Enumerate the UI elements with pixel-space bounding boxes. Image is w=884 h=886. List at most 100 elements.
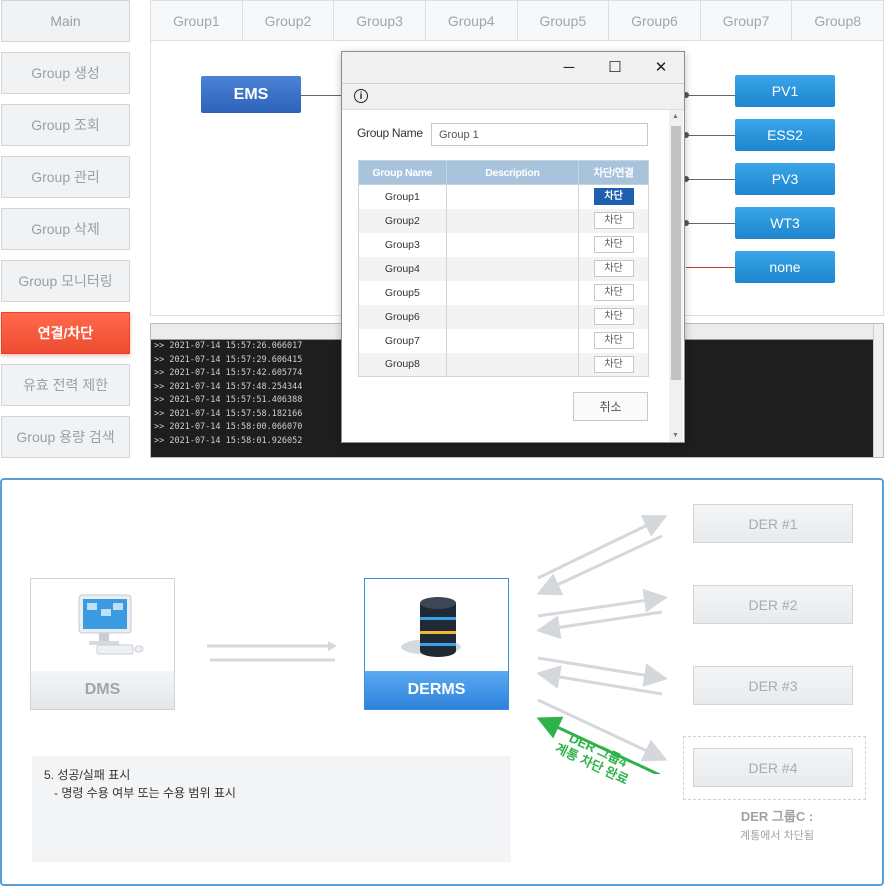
tab-group3[interactable]: Group3: [334, 1, 426, 40]
computer-icon: [78, 594, 144, 655]
derms-diagram-panel: DMS DERMS DER #1 DER #2 DER #3 DER #4 DE…: [0, 478, 884, 886]
table-row[interactable]: Group8 차단: [358, 352, 649, 377]
row-group-name: Group5: [358, 280, 447, 305]
column-header-description: Description: [445, 160, 580, 185]
scroll-up-icon[interactable]: ▲: [672, 113, 679, 120]
group-name-input[interactable]: [431, 123, 648, 146]
tab-group4[interactable]: Group4: [426, 1, 518, 40]
info-icon[interactable]: i: [354, 89, 368, 103]
wt3-node[interactable]: WT3: [735, 207, 835, 239]
ems-node[interactable]: EMS: [201, 76, 301, 113]
scrollbar-thumb[interactable]: [671, 126, 681, 380]
tab-group8[interactable]: Group8: [792, 1, 883, 40]
maximize-button[interactable]: ☐: [592, 52, 638, 82]
dialog-body: Group Name Group Name Description 차단/연결 …: [342, 110, 668, 442]
pv1-connector: [686, 95, 736, 96]
row-description: [445, 208, 580, 233]
group-name-label: Group Name: [357, 126, 423, 140]
sidebar-item-connect-disconnect[interactable]: 연결/차단: [1, 312, 130, 354]
derms-label: DERMS: [365, 671, 508, 709]
disconnect-button[interactable]: 차단: [593, 188, 634, 206]
row-description: [445, 232, 580, 257]
group-c-subtitle: 계통에서 차단됨: [740, 830, 814, 842]
log-scrollbar[interactable]: [873, 324, 883, 457]
sidebar-item-group-delete[interactable]: Group 삭제: [1, 208, 130, 250]
database-icon: [401, 597, 461, 657]
dms-label: DMS: [31, 671, 174, 709]
dms-derms-arrows: [207, 641, 337, 662]
disconnect-button[interactable]: 차단: [593, 236, 634, 253]
dialog-titlebar: ─ ☐ ✕: [342, 52, 684, 84]
group-tabs: Group1 Group2 Group3 Group4 Group5 Group…: [150, 0, 884, 40]
row-group-name: Group4: [358, 256, 447, 281]
der-1-box[interactable]: DER #1: [693, 504, 853, 543]
sidebar-item-group-create[interactable]: Group 생성: [1, 52, 130, 94]
tab-group7[interactable]: Group7: [701, 1, 793, 40]
disconnect-button[interactable]: 차단: [593, 284, 634, 301]
row-group-name: Group6: [358, 304, 447, 329]
row-description: [445, 328, 580, 353]
table-row[interactable]: Group6 차단: [358, 304, 649, 329]
tab-group1[interactable]: Group1: [151, 1, 243, 40]
tab-group6[interactable]: Group6: [609, 1, 701, 40]
column-header-group-name: Group Name: [358, 160, 447, 185]
table-row[interactable]: Group4 차단: [358, 256, 649, 281]
table-row[interactable]: Group2 차단: [358, 208, 649, 233]
row-group-name: Group3: [358, 232, 447, 257]
dialog-scrollbar[interactable]: ▲ ▼: [669, 110, 683, 442]
row-group-name: Group1: [358, 184, 447, 209]
scroll-down-icon[interactable]: ▼: [672, 432, 679, 439]
derms-der-arrows: [536, 515, 668, 774]
row-description: [445, 280, 580, 305]
row-description: [445, 352, 580, 377]
group-c-title: DER 그룹C :: [740, 809, 814, 824]
sidebar-item-capacity-search[interactable]: Group 용량 검색: [1, 416, 130, 458]
row-description: [445, 304, 580, 329]
der-2-box[interactable]: DER #2: [693, 585, 853, 624]
pv3-connector: [686, 179, 736, 180]
row-group-name: Group2: [358, 208, 447, 233]
ems-connector: [301, 95, 343, 96]
disconnect-button[interactable]: 차단: [593, 332, 634, 349]
derms-box: DERMS: [364, 578, 509, 710]
row-group-name: Group7: [358, 328, 447, 353]
note-subtitle: - 명령 수용 여부 또는 수용 범위 표시: [54, 786, 236, 800]
none-node[interactable]: none: [735, 251, 835, 283]
tab-group5[interactable]: Group5: [518, 1, 610, 40]
dms-box: DMS: [30, 578, 175, 710]
sidebar-item-group-monitoring[interactable]: Group 모니터링: [1, 260, 130, 302]
note-box: 5. 성공/실패 표시 - 명령 수용 여부 또는 수용 범위 표시: [32, 756, 511, 862]
table-row[interactable]: Group3 차단: [358, 232, 649, 257]
row-group-name: Group8: [358, 352, 447, 377]
sidebar-item-group-manage[interactable]: Group 관리: [1, 156, 130, 198]
pv1-node[interactable]: PV1: [735, 75, 835, 107]
ess2-node[interactable]: ESS2: [735, 119, 835, 151]
row-description: [445, 184, 580, 209]
group-c-caption: DER 그룹C : 계통에서 차단됨: [683, 806, 871, 843]
disconnect-button[interactable]: 차단: [593, 260, 634, 277]
wt3-connector: [686, 223, 736, 224]
der-4-box[interactable]: DER #4: [693, 748, 853, 787]
column-header-action: 차단/연결: [578, 160, 649, 185]
der-3-box[interactable]: DER #3: [693, 666, 853, 705]
tab-group2[interactable]: Group2: [243, 1, 335, 40]
group-dialog: ─ ☐ ✕ i Group Name Group Name Descriptio…: [341, 51, 685, 443]
table-row[interactable]: Group1 차단: [358, 184, 649, 209]
row-description: [445, 256, 580, 281]
sidebar-item-main[interactable]: Main: [1, 0, 130, 42]
minimize-button[interactable]: ─: [546, 52, 592, 82]
dialog-infobar: i: [342, 84, 684, 110]
sidebar-item-power-limit[interactable]: 유효 전력 제한: [1, 364, 130, 406]
close-button[interactable]: ✕: [638, 52, 684, 82]
table-row[interactable]: Group7 차단: [358, 328, 649, 353]
pv3-node[interactable]: PV3: [735, 163, 835, 195]
disconnect-button[interactable]: 차단: [593, 355, 634, 373]
note-title: 5. 성공/실패 표시: [44, 768, 131, 782]
table-row[interactable]: Group5 차단: [358, 280, 649, 305]
cancel-button[interactable]: 취소: [573, 392, 648, 421]
disconnect-button[interactable]: 차단: [593, 308, 634, 325]
none-connector: [686, 267, 736, 268]
sidebar-item-group-view[interactable]: Group 조회: [1, 104, 130, 146]
disconnect-button[interactable]: 차단: [593, 212, 634, 229]
group-table: Group Name Description 차단/연결 Group1 차단 Gr…: [358, 160, 649, 377]
